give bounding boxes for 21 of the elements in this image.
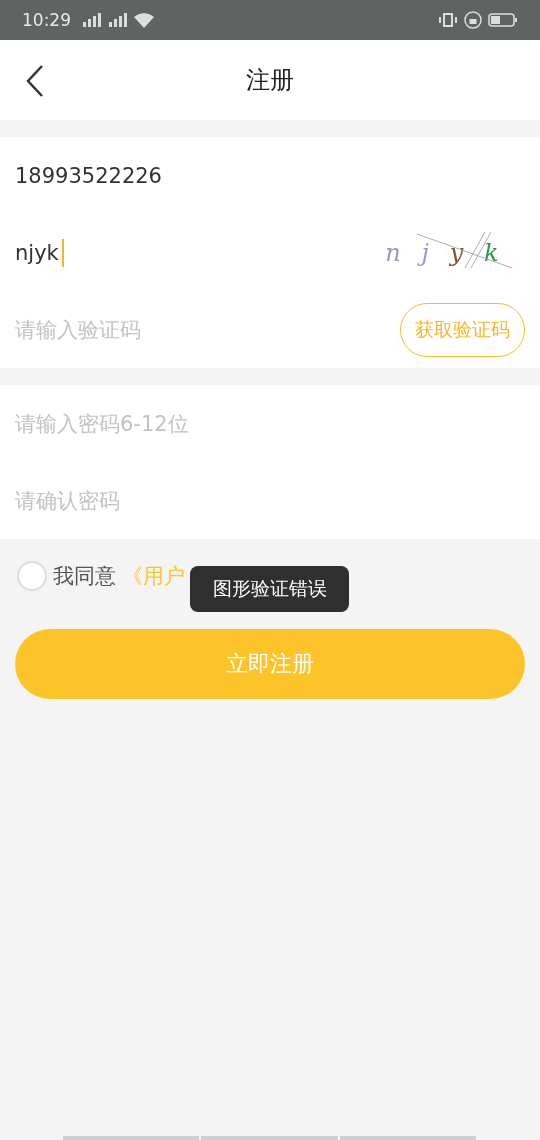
signal-icon bbox=[107, 12, 127, 28]
captcha-character: k bbox=[484, 238, 499, 267]
phone-field[interactable]: 18993522226 bbox=[15, 163, 525, 188]
back-icon[interactable] bbox=[24, 64, 46, 98]
agree-checkbox[interactable] bbox=[17, 561, 47, 591]
vibrate-icon bbox=[438, 11, 458, 29]
captcha-image[interactable]: n j y k bbox=[367, 227, 517, 278]
captcha-field[interactable]: njyk bbox=[15, 238, 367, 267]
wifi-icon bbox=[133, 12, 155, 28]
sms-code-field[interactable]: 请输入验证码 bbox=[15, 317, 400, 342]
agree-label: 我同意 bbox=[53, 563, 116, 590]
page-title: 注册 bbox=[246, 65, 294, 96]
captcha-character: n bbox=[385, 238, 401, 267]
captcha-character: y bbox=[449, 238, 464, 267]
lock-icon bbox=[464, 11, 482, 29]
password-field[interactable]: 请输入密码6-12位 bbox=[15, 411, 525, 436]
confirm-password-field[interactable]: 请确认密码 bbox=[15, 488, 525, 513]
battery-icon bbox=[488, 12, 518, 28]
status-time: 10:29 bbox=[22, 10, 71, 30]
error-toast: 图形验证错误 bbox=[190, 566, 349, 612]
signal-icon bbox=[81, 12, 101, 28]
